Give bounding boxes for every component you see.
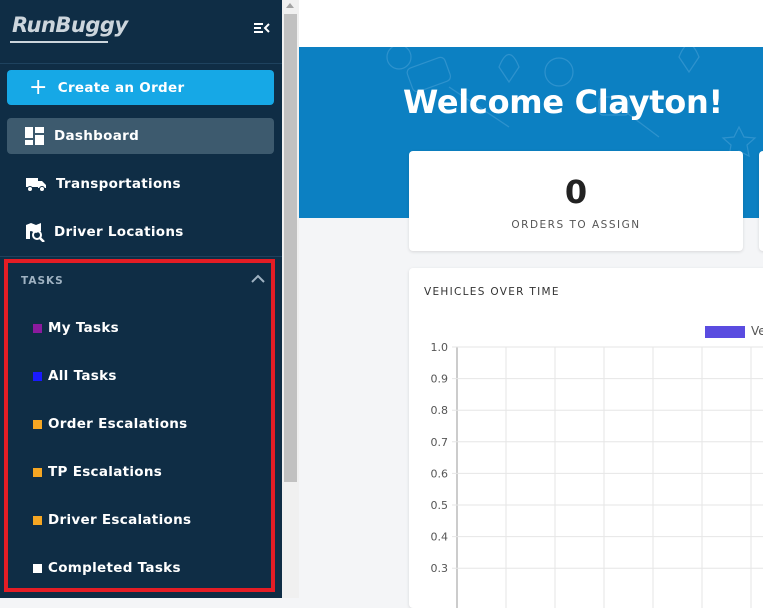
chevron-up-icon[interactable]	[251, 274, 265, 284]
scroll-thumb[interactable]	[284, 14, 297, 482]
sidebar-item-label: Driver Escalations	[48, 512, 192, 528]
vehicles-chart-card: VEHICLES OVER TIME Ve 1.0 0.9 0.8 0.7 0.6 0.5…	[409, 268, 763, 608]
create-order-label: Create an Order	[57, 79, 185, 96]
y-tick-label: 0.4	[431, 531, 449, 544]
welcome-heading: Welcome Clayton!	[403, 83, 723, 121]
status-square-icon	[33, 563, 42, 573]
y-tick-label: 0.9	[431, 373, 449, 386]
map-search-icon	[26, 223, 45, 242]
sidebar-item-label: Completed Tasks	[48, 560, 181, 576]
stat-label: ORDERS TO ASSIGN	[511, 219, 641, 231]
stat-value: 0	[564, 173, 588, 211]
collapse-menu-icon[interactable]	[252, 20, 272, 36]
sidebar-item-label: My Tasks	[48, 320, 119, 336]
status-square-icon	[33, 371, 42, 381]
sidebar-scrollbar[interactable]	[282, 0, 299, 598]
plus-icon: +	[29, 74, 48, 100]
status-square-icon	[33, 467, 42, 477]
y-tick-label: 0.8	[431, 404, 449, 417]
sidebar-divider	[0, 63, 282, 64]
status-square-icon	[33, 419, 42, 429]
y-tick-label: 0.7	[431, 436, 449, 449]
sidebar-item-all-tasks[interactable]: All Tasks	[33, 366, 117, 386]
sidebar-item-driver-locations[interactable]: Driver Locations	[7, 214, 274, 250]
status-square-icon	[33, 323, 42, 333]
sidebar-item-my-tasks[interactable]: My Tasks	[33, 318, 119, 338]
status-square-icon	[33, 515, 42, 525]
y-tick-label: 0.6	[431, 467, 449, 480]
truck-icon	[26, 178, 46, 192]
stat-card-partial	[759, 151, 763, 251]
sidebar-item-label: All Tasks	[48, 368, 117, 384]
sidebar-item-label: Dashboard	[54, 128, 140, 144]
sidebar-item-label: Transportations	[56, 176, 181, 192]
orders-to-assign-card[interactable]: 0 ORDERS TO ASSIGN	[409, 151, 743, 251]
sidebar-item-transportations[interactable]: Transportations	[7, 166, 274, 202]
main-content: Welcome Clayton! 0 ORDERS TO ASSIGN VEHI…	[299, 0, 763, 608]
sidebar-item-order-escalations[interactable]: Order Escalations	[33, 414, 188, 434]
tasks-section-header: TASKS	[21, 275, 64, 287]
sidebar-item-label: Order Escalations	[48, 416, 188, 432]
sidebar: RunBuggy + Create an Order Dashboard Tra…	[0, 0, 282, 598]
sidebar-item-label: Driver Locations	[54, 224, 184, 240]
sidebar-item-driver-escalations[interactable]: Driver Escalations	[33, 510, 191, 530]
sidebar-item-tp-escalations[interactable]: TP Escalations	[33, 462, 162, 482]
y-tick-label: 0.3	[431, 562, 449, 575]
dashboard-icon	[25, 127, 44, 145]
top-bar	[299, 0, 763, 47]
sidebar-item-label: TP Escalations	[48, 464, 163, 480]
sidebar-divider	[0, 256, 282, 257]
chart-plot: 1.0 0.9 0.8 0.7 0.6 0.5 0.4 0.3	[431, 341, 763, 608]
sidebar-item-dashboard[interactable]: Dashboard	[7, 118, 274, 154]
logo-text: RunBuggy	[12, 13, 128, 37]
create-order-button[interactable]: + Create an Order	[7, 70, 274, 105]
runbuggy-logo[interactable]: RunBuggy	[10, 10, 128, 48]
y-tick-label: 1.0	[431, 341, 449, 354]
sidebar-item-completed-tasks[interactable]: Completed Tasks	[33, 558, 181, 578]
logo-underline	[10, 41, 108, 43]
scroll-up-arrow-icon[interactable]	[286, 3, 294, 8]
y-tick-label: 0.5	[431, 499, 449, 512]
